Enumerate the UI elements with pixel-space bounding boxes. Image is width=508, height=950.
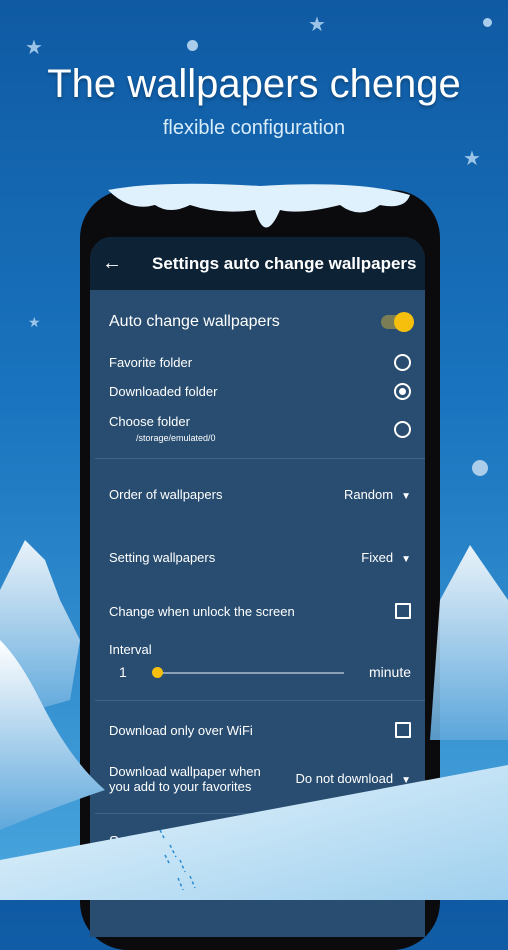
snow-scenery [0, 183, 508, 900]
